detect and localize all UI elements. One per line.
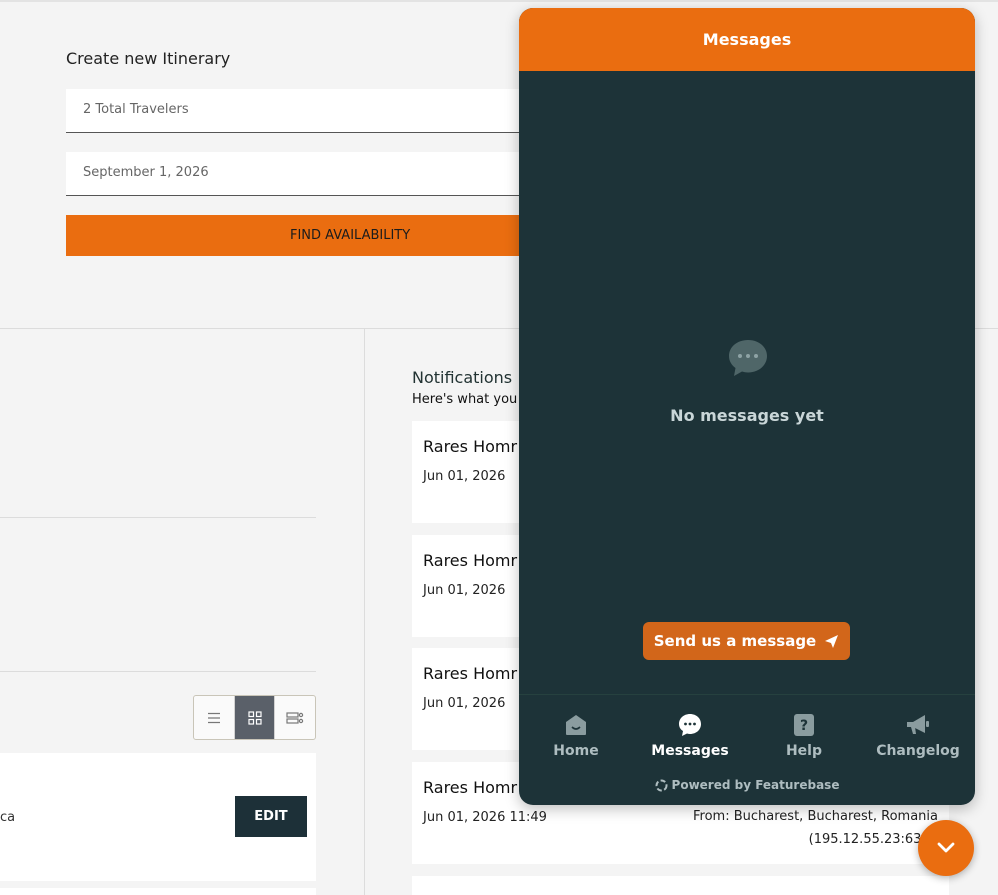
chevron-down-icon bbox=[937, 842, 955, 853]
notification-name: Rares Homr bbox=[423, 551, 518, 570]
edit-button[interactable]: EDIT bbox=[235, 796, 307, 837]
notifications-title: Notifications bbox=[412, 368, 513, 387]
card-partial-text: ca bbox=[0, 810, 16, 825]
nav-home[interactable]: Home bbox=[521, 713, 631, 759]
send-icon bbox=[825, 634, 839, 648]
nav-changelog[interactable]: Changelog bbox=[863, 713, 973, 759]
list-icon bbox=[207, 712, 220, 723]
column-divider bbox=[364, 329, 365, 895]
left-divider-2 bbox=[0, 671, 316, 672]
chat-icon bbox=[679, 714, 701, 736]
nav-help[interactable]: ? Help bbox=[749, 713, 859, 759]
notification-date: Jun 01, 2026 11:49 bbox=[423, 810, 547, 825]
nav-messages-label: Messages bbox=[651, 743, 729, 759]
powered-by-text: Powered by Featurebase bbox=[671, 778, 840, 792]
grid-view-button[interactable] bbox=[234, 696, 276, 739]
notification-date: Jun 01, 2026 bbox=[423, 583, 506, 598]
help-icon: ? bbox=[794, 714, 814, 736]
cards-icon bbox=[286, 711, 304, 724]
widget-header-title: Messages bbox=[519, 8, 975, 71]
close-widget-button[interactable] bbox=[918, 820, 974, 876]
nav-changelog-label: Changelog bbox=[876, 743, 960, 759]
megaphone-icon bbox=[907, 715, 929, 734]
home-icon bbox=[566, 715, 586, 735]
view-toggle bbox=[193, 695, 316, 740]
notification-date: Jun 01, 2026 bbox=[423, 696, 506, 711]
notification-location: From: Bucharest, Bucharest, Romania (195… bbox=[693, 805, 938, 851]
itinerary-card: ca EDIT bbox=[0, 753, 316, 881]
empty-state-text: No messages yet bbox=[670, 406, 824, 425]
travelers-value: 2 Total Travelers bbox=[83, 102, 189, 117]
nav-help-label: Help bbox=[785, 743, 823, 759]
send-message-button[interactable]: Send us a message bbox=[643, 622, 850, 660]
nav-messages[interactable]: Messages bbox=[635, 713, 745, 759]
notification-name: Rares Homr bbox=[423, 437, 518, 456]
notifications-subtitle: Here's what you h bbox=[412, 392, 530, 407]
find-availability-button[interactable]: FIND AVAILABILITY bbox=[66, 215, 536, 256]
notification-location-line: From: Bucharest, Bucharest, Romania bbox=[693, 809, 938, 824]
send-message-label: Send us a message bbox=[653, 632, 817, 650]
widget-nav: Home Messages ? Help Changelog Powered b… bbox=[519, 694, 975, 805]
grid-icon bbox=[247, 710, 262, 725]
powered-by[interactable]: Powered by Featurebase bbox=[519, 778, 975, 792]
notification-name: Rares Homr bbox=[423, 664, 518, 683]
messages-widget: Messages No messages yet Send us a messa… bbox=[519, 8, 975, 805]
notification-card[interactable] bbox=[412, 876, 949, 895]
left-divider-1 bbox=[0, 517, 316, 518]
itinerary-title: Create new Itinerary bbox=[66, 49, 231, 68]
nav-home-label: Home bbox=[553, 743, 599, 759]
notification-date: Jun 01, 2026 bbox=[423, 469, 506, 484]
top-border bbox=[0, 0, 998, 2]
travelers-field[interactable]: 2 Total Travelers bbox=[66, 89, 536, 133]
notification-location-ip: (195.12.55.23:6386 bbox=[808, 832, 938, 847]
svg-text:?: ? bbox=[800, 718, 808, 734]
notification-name: Rares Homr bbox=[423, 778, 518, 797]
itinerary-card-next bbox=[0, 888, 316, 895]
date-field[interactable]: September 1, 2026 bbox=[66, 152, 536, 196]
date-value: September 1, 2026 bbox=[83, 165, 209, 180]
card-view-button[interactable] bbox=[275, 696, 315, 739]
list-view-button[interactable] bbox=[194, 696, 235, 739]
chat-bubble-icon bbox=[729, 340, 767, 376]
featurebase-logo-icon bbox=[655, 779, 668, 791]
